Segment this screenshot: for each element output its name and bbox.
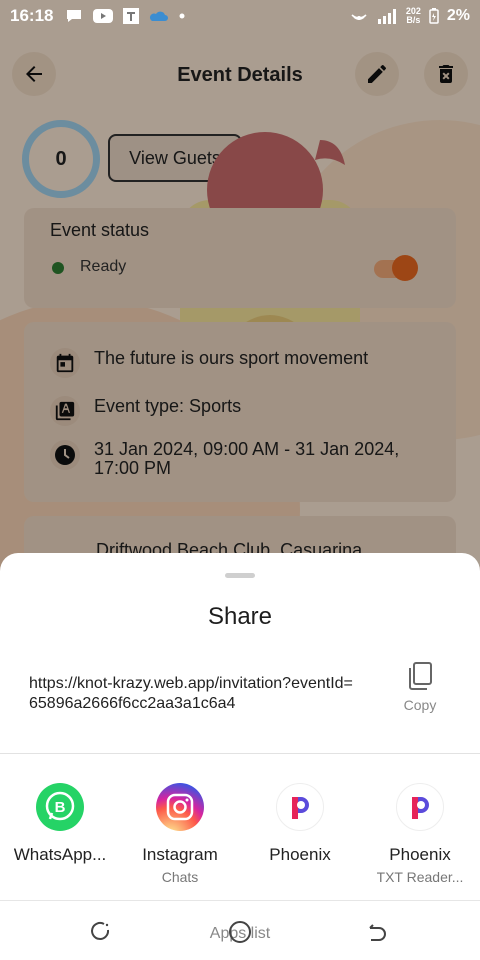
copy-label: Copy xyxy=(403,697,437,713)
signal-icon xyxy=(377,9,396,24)
recents-icon xyxy=(91,921,110,940)
app-subtitle: Chats xyxy=(161,869,199,885)
app-name: Instagram xyxy=(142,845,218,864)
share-url: https://knot-krazy.web.app/invitation?ev… xyxy=(29,675,353,712)
battery-icon xyxy=(429,8,439,24)
youtube-icon xyxy=(93,9,114,23)
drag-handle[interactable] xyxy=(225,573,255,578)
app-name: Phoenix xyxy=(269,845,331,864)
app-subtitle: TXT Reader... xyxy=(376,869,464,885)
speed-unit: B/s xyxy=(406,15,421,25)
cloud-icon xyxy=(150,11,169,21)
copy-icon xyxy=(409,662,432,690)
t-app-icon xyxy=(123,8,140,24)
dot-icon xyxy=(179,13,185,19)
chat-bubble-icon xyxy=(67,10,82,22)
share-target-instagram[interactable]: Instagram Chats xyxy=(120,783,240,885)
home-button[interactable] xyxy=(225,917,255,947)
whatsapp-business-icon: B xyxy=(36,783,84,831)
share-target-phoenix[interactable]: Phoenix xyxy=(240,783,360,865)
app-name: WhatsApp... xyxy=(13,845,107,864)
recents-button[interactable] xyxy=(86,917,116,947)
status-bar: 16:18 202 B/s 2% xyxy=(0,0,480,32)
status-time: 16:18 xyxy=(10,6,54,25)
app-name: Phoenix xyxy=(389,845,451,864)
back-nav-button[interactable] xyxy=(362,917,392,947)
share-title: Share xyxy=(207,603,273,630)
divider xyxy=(0,753,480,754)
svg-text:B: B xyxy=(55,799,66,816)
phoenix-browser-icon xyxy=(396,783,444,831)
battery-level: 2% xyxy=(446,7,470,24)
system-nav-bar: Apps list xyxy=(0,903,480,960)
divider xyxy=(0,900,480,901)
share-target-whatsapp[interactable]: B WhatsApp... xyxy=(0,783,120,865)
share-sheet: Share https://knot-krazy.web.app/invitat… xyxy=(0,553,480,960)
home-circle-icon xyxy=(229,921,251,943)
back-nav-icon xyxy=(369,924,386,941)
hotspot-icon xyxy=(351,14,367,20)
instagram-icon xyxy=(156,783,204,831)
share-target-phoenix-txt-reader[interactable]: Phoenix TXT Reader... xyxy=(360,783,480,885)
phoenix-browser-icon xyxy=(276,783,324,831)
network-speed: 202 B/s xyxy=(406,7,421,25)
share-targets: B WhatsApp... Instagram Chats Phoenix Ph… xyxy=(0,783,480,893)
copy-button[interactable]: Copy xyxy=(392,661,448,721)
